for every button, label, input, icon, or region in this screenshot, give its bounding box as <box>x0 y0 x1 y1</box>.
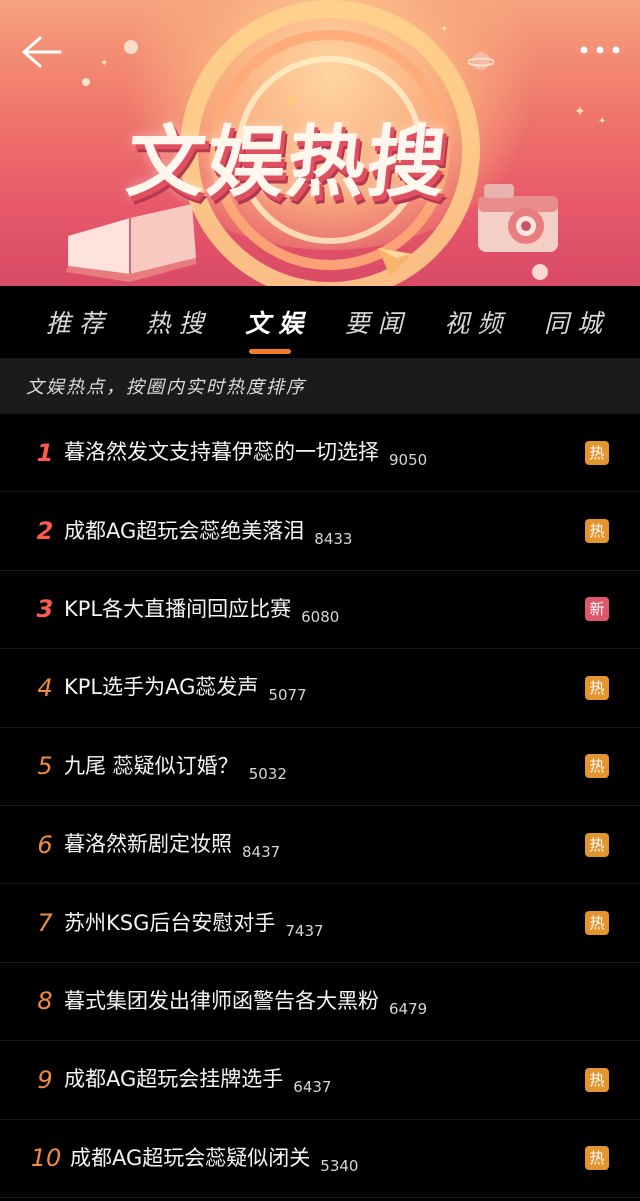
sparkle-icon: ✦ <box>574 104 586 120</box>
list-item[interactable]: 6 暮洛然新剧定妆照 8437 热 <box>0 805 640 885</box>
rank-number: 9 <box>37 1065 53 1094</box>
decor-dot <box>124 40 138 54</box>
topic-title: 成都AG超玩会蕊绝美落泪 8433 <box>64 518 353 548</box>
heat-count: 9050 <box>389 451 428 470</box>
back-arrow-icon[interactable] <box>20 34 64 70</box>
decor-dot <box>82 78 90 86</box>
list-description: 文娱热点，按圈内实时热度排序 <box>0 358 640 414</box>
category-tabs: 推荐 热搜 文娱 要闻 视频 同城 <box>0 286 640 358</box>
hot-badge: 热 <box>585 832 609 857</box>
rank-number: 8 <box>37 987 53 1016</box>
topic-title: 暮式集团发出律师函警告各大黑粉 6479 <box>64 988 428 1018</box>
list-item[interactable]: 7 苏州KSG后台安慰对手 7437 热 <box>0 884 640 963</box>
rank-number: 3 <box>36 595 54 624</box>
list-item[interactable]: 9 成都AG超玩会挂牌选手 6437 热 <box>0 1041 640 1120</box>
rank-number: 7 <box>37 909 53 938</box>
cone-icon <box>378 248 412 276</box>
sparkle-icon: ✦ <box>100 58 109 69</box>
hot-badge: 热 <box>585 1146 609 1171</box>
heat-count: 8433 <box>314 529 353 548</box>
hot-badge: 热 <box>585 754 609 779</box>
tab-news[interactable]: 要闻 <box>345 286 411 358</box>
hot-search-list: 1 暮洛然发文支持暮伊蕊的一切选择 9050 热 2 成都AG超玩会蕊绝美落泪 84… <box>0 414 640 1198</box>
heat-count: 6437 <box>293 1078 332 1097</box>
sparkle-icon: ✦ <box>598 116 607 127</box>
decor-dot <box>532 264 548 280</box>
rank-number: 1 <box>36 438 54 467</box>
heat-count: 5077 <box>268 686 307 705</box>
page-title: 文娱热搜 <box>122 118 453 208</box>
hot-badge: 热 <box>585 1067 609 1092</box>
topic-title: KPL各大直播间回应比赛 6080 <box>64 596 340 626</box>
hot-badge: 热 <box>585 911 609 936</box>
topic-title: 成都AG超玩会蕊疑似闭关 5340 <box>70 1145 359 1175</box>
more-dots-icon[interactable] <box>578 40 622 60</box>
hot-badge: 热 <box>585 519 609 544</box>
rank-number: 4 <box>37 673 53 702</box>
sparkle-icon: ✦ <box>440 24 449 35</box>
planet-icon <box>468 52 494 70</box>
tab-video[interactable]: 视频 <box>444 286 510 358</box>
new-badge: 新 <box>585 597 609 622</box>
tab-local[interactable]: 同城 <box>544 286 610 358</box>
list-item[interactable]: 1 暮洛然发文支持暮伊蕊的一切选择 9050 热 <box>0 414 640 493</box>
topic-title: KPL选手为AG蕊发声 5077 <box>64 675 307 705</box>
hot-badge: 热 <box>585 440 609 465</box>
list-item[interactable]: 8 暮式集团发出律师函警告各大黑粉 6479 <box>0 962 640 1042</box>
list-item[interactable]: 5 九尾 蕊疑似订婚？ 5032 热 <box>0 727 640 806</box>
topic-title: 暮洛然新剧定妆照 8437 <box>64 832 281 862</box>
header-banner: ✦ ✦ ✦ ✦ 文娱热搜 <box>0 0 640 286</box>
heat-count: 7437 <box>285 921 324 940</box>
topic-title: 九尾 蕊疑似订婚？ 5032 <box>64 753 287 783</box>
topic-title: 暮洛然发文支持暮伊蕊的一切选择 9050 <box>64 440 428 470</box>
rank-number: 2 <box>36 517 54 546</box>
rank-number: 6 <box>37 830 53 859</box>
heat-count: 8437 <box>242 843 281 862</box>
tab-hot-search[interactable]: 热搜 <box>146 286 212 358</box>
list-item[interactable]: 3 KPL各大直播间回应比赛 6080 新 <box>0 570 640 650</box>
heat-count: 6080 <box>301 607 340 626</box>
topic-title: 成都AG超玩会挂牌选手 6437 <box>64 1067 332 1097</box>
topic-title: 苏州KSG后台安慰对手 7437 <box>64 910 324 940</box>
rank-number: 10 <box>30 1144 62 1173</box>
heat-count: 5340 <box>320 1156 359 1175</box>
list-item[interactable]: 10 成都AG超玩会蕊疑似闭关 5340 热 <box>0 1119 640 1198</box>
hot-badge: 热 <box>585 675 609 700</box>
heat-count: 5032 <box>248 764 287 783</box>
heat-count: 6479 <box>389 999 428 1018</box>
tab-recommend[interactable]: 推荐 <box>46 286 112 358</box>
list-item[interactable]: 4 KPL选手为AG蕊发声 5077 热 <box>0 649 640 728</box>
list-item[interactable]: 2 成都AG超玩会蕊绝美落泪 8433 热 <box>0 492 640 571</box>
rank-number: 5 <box>37 752 53 781</box>
tab-entertainment[interactable]: 文娱 <box>245 286 311 358</box>
